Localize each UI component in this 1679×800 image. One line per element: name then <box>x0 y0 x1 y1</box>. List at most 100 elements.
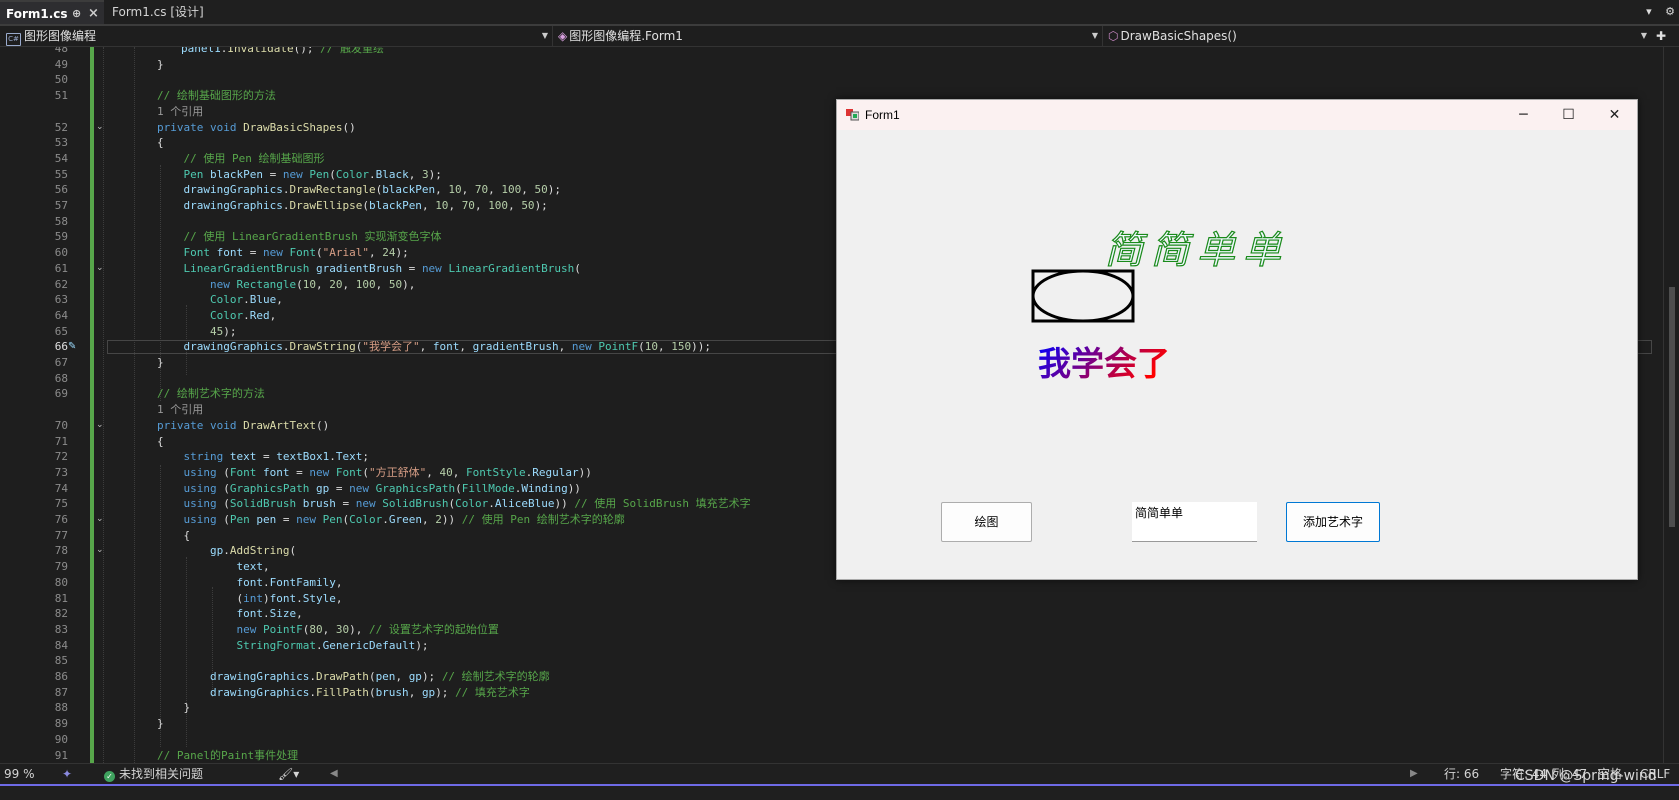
code-text: 1 个引用 <box>157 104 204 118</box>
code-text: } <box>157 57 164 71</box>
code-line[interactable]: 90 <box>0 732 1663 748</box>
form-title-bar[interactable]: Form1 ─ ☐ ✕ <box>837 100 1637 130</box>
line-number: 60 <box>54 246 68 260</box>
black-ellipse <box>1031 269 1135 323</box>
split-editor-icon[interactable]: ✚ <box>1656 26 1676 46</box>
fold-toggle-icon[interactable]: ⌄ <box>96 512 104 528</box>
code-text: font.Size, <box>236 607 303 621</box>
code-text: drawingGraphics.FillPath(brush, gp); // … <box>209 685 530 699</box>
code-text: Font font = new Font("Arial", 24); <box>183 246 409 260</box>
scroll-right-icon[interactable]: ▶ <box>1410 764 1418 784</box>
form1-window: Form1 ─ ☐ ✕ 简简单单 我学会了 绘图 简简单单 添加艺术字 <box>836 99 1638 580</box>
tab-form1-cs[interactable]: Form1.cs ⊕ × <box>0 0 104 24</box>
code-text: // 使用 LinearGradientBrush 实现渐变色字体 <box>183 230 442 244</box>
code-line[interactable]: 50 <box>0 72 1663 88</box>
member-dropdown[interactable]: ⬡ DrawBasicShapes() ▼ <box>1106 26 1651 46</box>
maximize-button[interactable]: ☐ <box>1546 100 1591 130</box>
scroll-left-icon[interactable]: ◀ <box>330 764 338 784</box>
code-text: } <box>157 701 191 715</box>
scrollbar-thumb[interactable] <box>1669 287 1675 527</box>
fold-toggle-icon[interactable]: ⌄ <box>96 261 104 277</box>
line-number: 69 <box>54 387 68 401</box>
issues-indicator[interactable]: ✓ 未找到相关问题 <box>104 764 203 784</box>
code-text: private void DrawBasicShapes() <box>157 120 356 134</box>
line-number: 90 <box>54 732 68 746</box>
line-number: 63 <box>54 293 68 307</box>
code-line[interactable]: 48 panel1.Invalidate(); // 触发重绘 <box>0 47 1663 57</box>
brush-icon[interactable]: 🖌▾ <box>278 764 299 784</box>
line-number: 77 <box>54 528 68 542</box>
code-text: { <box>157 136 164 150</box>
line-number: 84 <box>54 638 68 652</box>
minimize-button[interactable]: ─ <box>1501 100 1546 130</box>
zoom-level[interactable]: 99 % <box>4 764 35 784</box>
line-number: 87 <box>54 685 68 699</box>
code-text: // 绘制基础图形的方法 <box>157 89 276 103</box>
fold-toggle-icon[interactable]: ⌄ <box>96 418 104 434</box>
art-text-input[interactable]: 简简单单 <box>1132 502 1257 542</box>
line-number: 66 <box>54 340 68 354</box>
code-line[interactable]: 88 } <box>0 700 1663 716</box>
code-text: using (Font font = new Font("方正舒体", 40, … <box>183 465 592 479</box>
code-line[interactable]: 85 <box>0 653 1663 669</box>
edit-pencil-icon[interactable]: ✎ <box>68 339 76 355</box>
status-bar: 99 % ✦ ✓ 未找到相关问题 🖌▾ ◀ ▶ 行: 66 字符: 44 列: 4… <box>0 763 1679 785</box>
method-icon: ⬡ <box>1108 29 1119 43</box>
code-line[interactable]: 86 drawingGraphics.DrawPath(pen, gp); //… <box>0 669 1663 685</box>
close-button[interactable]: ✕ <box>1592 100 1637 130</box>
code-line[interactable]: 49} <box>0 57 1663 73</box>
line-number: 58 <box>54 214 68 228</box>
code-text: 1 个引用 <box>157 403 204 417</box>
editor-vertical-scrollbar[interactable] <box>1663 47 1679 763</box>
code-text: // 绘制艺术字的方法 <box>157 387 265 401</box>
code-text: // Panel的Paint事件处理 <box>157 748 299 762</box>
code-text: new PointF(80, 30), // 设置艺术字的起始位置 <box>236 622 499 636</box>
line-number: 61 <box>54 261 68 275</box>
code-text: { <box>157 528 191 542</box>
fold-toggle-icon[interactable]: ⌄ <box>96 120 104 136</box>
code-text: font.FontFamily, <box>236 575 343 589</box>
document-tab-bar: Form1.cs ⊕ × Form1.cs [设计] ▾ ⚙ <box>0 0 1679 26</box>
tab-label: Form1.cs [设计] <box>112 5 204 19</box>
intellicode-icon[interactable]: ✦ <box>62 764 72 784</box>
code-text: drawingGraphics.DrawPath(pen, gp); // 绘制… <box>209 670 550 683</box>
code-line[interactable]: 87 drawingGraphics.FillPath(brush, gp); … <box>0 685 1663 701</box>
tab-bar-controls: ▾ ⚙ <box>1646 0 1679 24</box>
add-art-text-button[interactable]: 添加艺术字 <box>1286 502 1380 542</box>
code-line[interactable]: 89} <box>0 716 1663 732</box>
draw-button[interactable]: 绘图 <box>941 502 1032 542</box>
code-text: using (Pen pen = new Pen(Color.Green, 2)… <box>183 513 625 526</box>
code-text: } <box>157 356 164 369</box>
csharp-project-icon: C# <box>6 33 21 46</box>
code-text: text, <box>236 560 270 574</box>
code-line[interactable]: 91 // Panel的Paint事件处理 <box>0 748 1663 764</box>
code-text: LinearGradientBrush gradientBrush = new … <box>183 261 581 275</box>
line-number: 80 <box>54 575 68 589</box>
line-number: 65 <box>54 324 68 338</box>
line-number: 51 <box>54 89 68 103</box>
tab-form1-designer[interactable]: Form1.cs [设计] <box>106 0 246 24</box>
app-icon <box>846 109 859 121</box>
close-icon[interactable]: × <box>88 2 99 26</box>
code-text: using (GraphicsPath gp = new GraphicsPat… <box>183 481 581 495</box>
line-indicator[interactable]: 行: 66 <box>1444 764 1479 784</box>
pin-icon[interactable]: ⊕ <box>72 2 81 26</box>
code-text: panel1.Invalidate(); // 触发重绘 <box>181 47 384 55</box>
chevron-down-icon[interactable]: ▾ <box>1646 5 1652 18</box>
code-line[interactable]: 83 new PointF(80, 30), // 设置艺术字的起始位置 <box>0 622 1663 638</box>
line-number: 85 <box>54 654 68 668</box>
issues-text: 未找到相关问题 <box>119 767 204 781</box>
fold-toggle-icon[interactable]: ⌄ <box>96 543 104 559</box>
line-number: 64 <box>54 308 68 322</box>
line-number: 54 <box>54 151 68 165</box>
project-dropdown[interactable]: C# 图形图像编程 ▼ <box>0 26 553 46</box>
gear-icon[interactable]: ⚙ <box>1665 5 1675 18</box>
code-line[interactable]: 82 font.Size, <box>0 606 1663 622</box>
code-line[interactable]: 81 (int)font.Style, <box>0 591 1663 607</box>
chevron-down-icon: ▼ <box>541 31 548 40</box>
code-text: Color.Blue, <box>209 293 283 307</box>
code-line[interactable]: 84 StringFormat.GenericDefault); <box>0 638 1663 654</box>
code-text: gp.AddString( <box>209 544 297 558</box>
form-title: Form1 <box>865 108 900 122</box>
class-dropdown[interactable]: ◈ 图形图像编程.Form1 ▼ <box>556 26 1103 46</box>
